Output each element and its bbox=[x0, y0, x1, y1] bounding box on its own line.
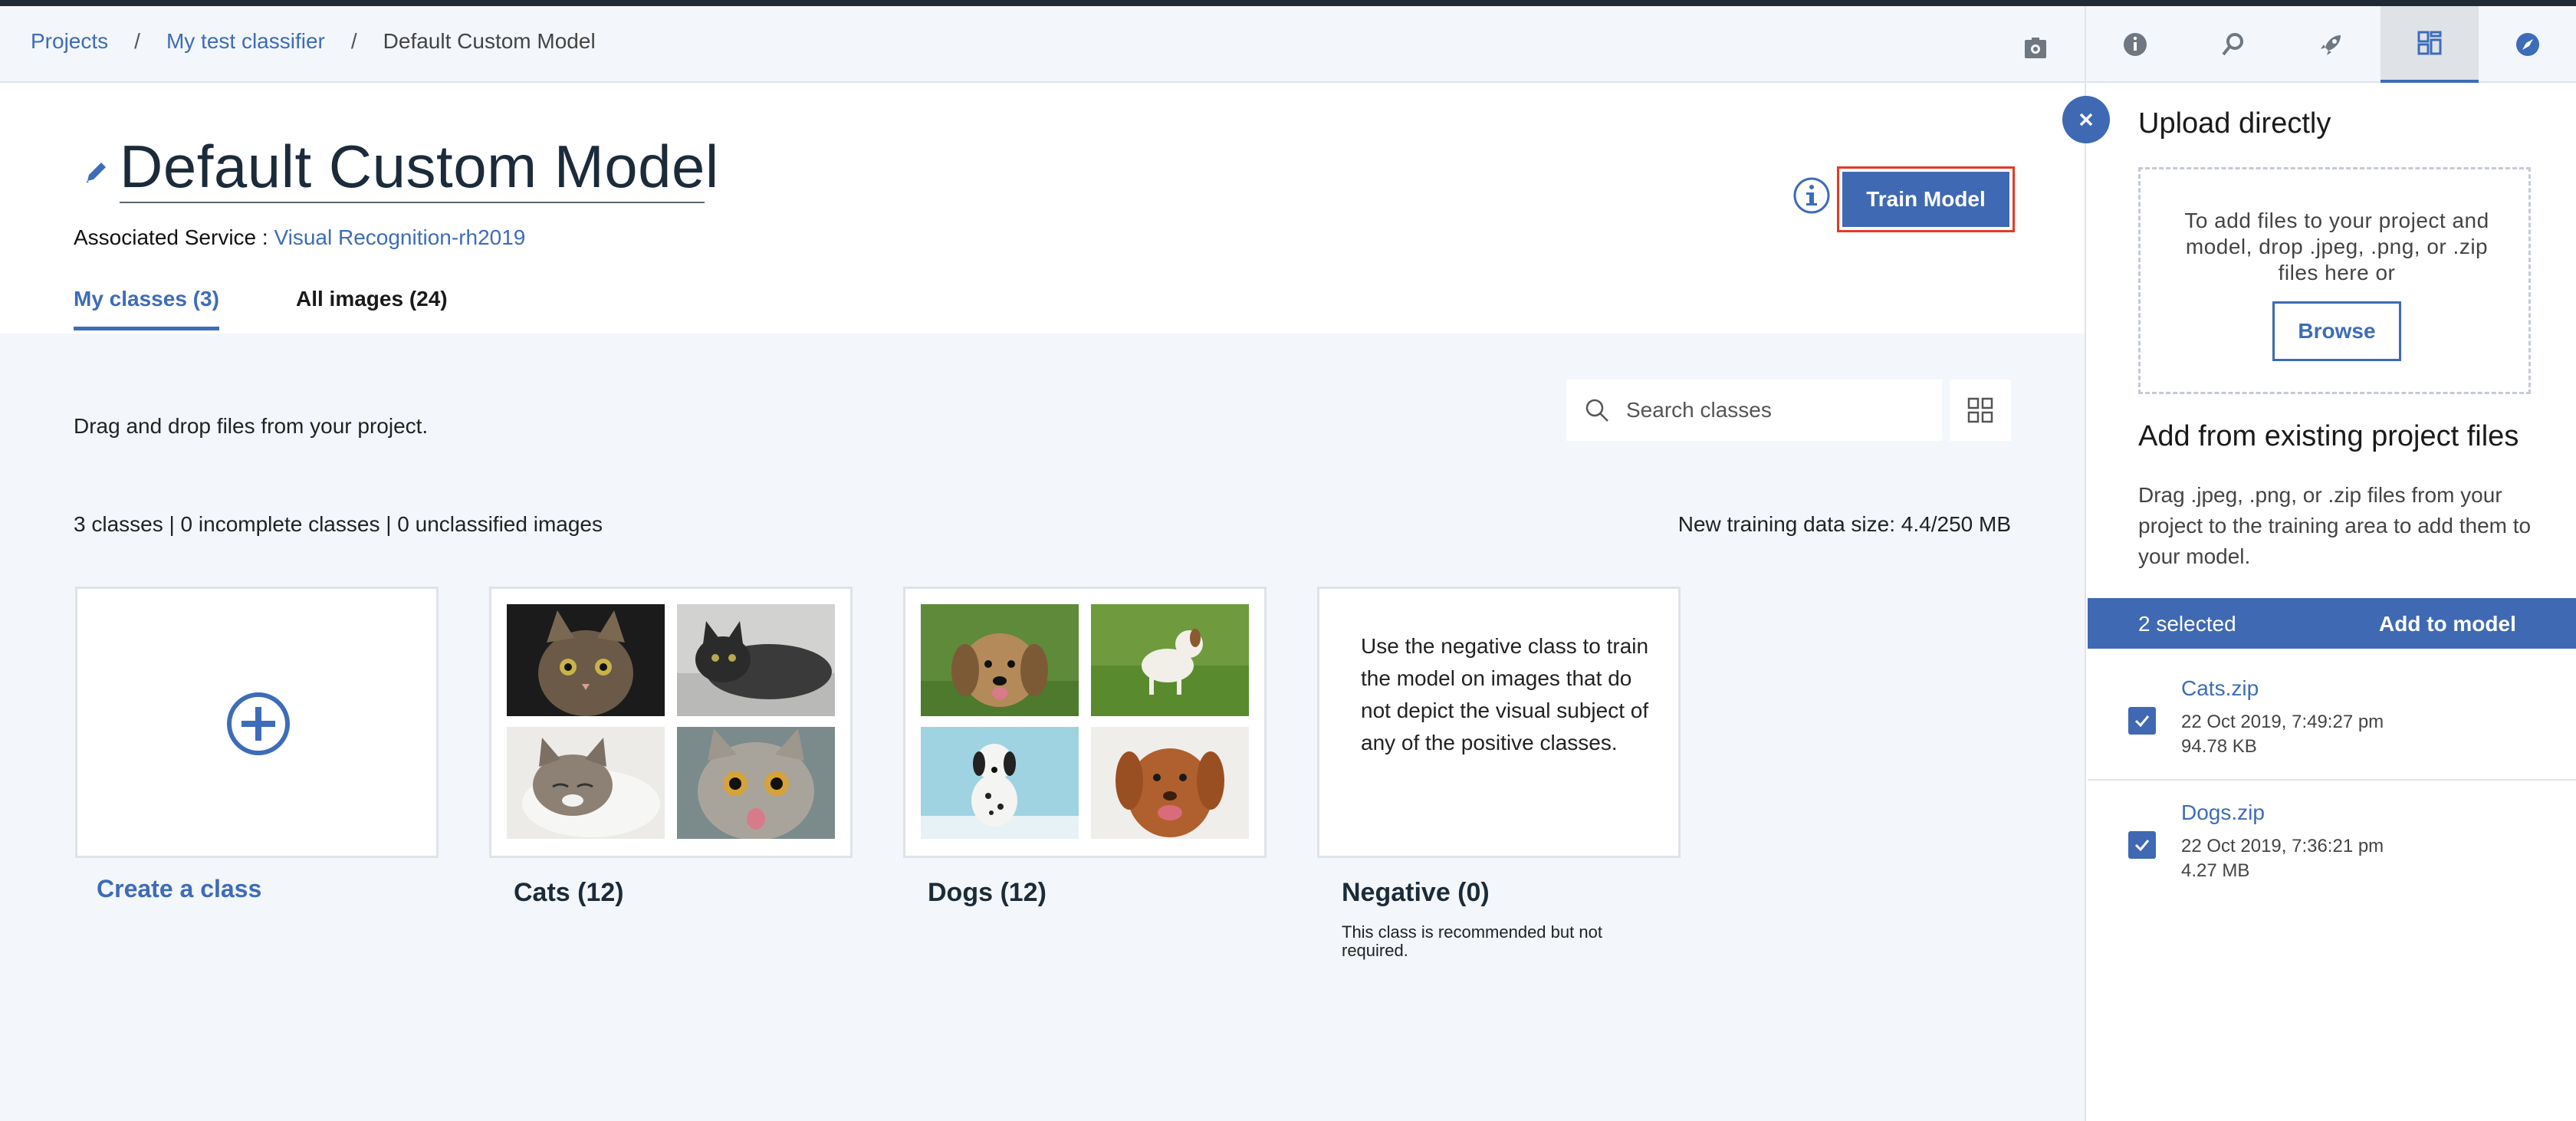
checkmark-icon bbox=[2134, 715, 2150, 728]
title-underline bbox=[120, 202, 705, 203]
drag-instructions: Drag and drop files from your project. bbox=[74, 414, 429, 438]
breadcrumb-separator: / bbox=[134, 29, 140, 53]
train-model-button[interactable]: Train Model bbox=[1837, 166, 2015, 232]
file-size: 4.27 MB bbox=[2181, 860, 2250, 881]
dropzone-text: To add files to your project and model, … bbox=[2184, 209, 2489, 284]
cat-image bbox=[677, 604, 835, 716]
create-class-card[interactable] bbox=[75, 587, 439, 858]
class-label-cats: Cats (12) bbox=[514, 878, 624, 907]
associated-service-link[interactable]: Visual Recognition-rh2019 bbox=[274, 225, 525, 249]
info-icon[interactable] bbox=[1792, 176, 1831, 215]
edit-pencil-icon[interactable] bbox=[83, 158, 110, 186]
panel-tab-search[interactable] bbox=[2184, 6, 2282, 83]
file-item[interactable]: Dogs.zip 22 Oct 2019, 7:36:21 pm 4.27 MB bbox=[2088, 782, 2576, 905]
search-input[interactable] bbox=[1626, 398, 1917, 422]
dog-image bbox=[1091, 727, 1249, 839]
class-stats: 3 classes | 0 incomplete classes | 0 unc… bbox=[74, 512, 603, 536]
grid-view-icon bbox=[1967, 397, 1993, 423]
close-panel-button[interactable] bbox=[2062, 96, 2110, 143]
file-name[interactable]: Dogs.zip bbox=[2181, 800, 2265, 825]
file-date: 22 Oct 2019, 7:49:27 pm bbox=[2181, 712, 2384, 732]
main-area: Projects / My test classifier / Default … bbox=[0, 6, 2085, 1121]
file-checkbox[interactable] bbox=[2128, 707, 2156, 735]
header-bar: Projects / My test classifier / Default … bbox=[0, 6, 2085, 83]
class-card-negative[interactable]: Use the negative class to train the mode… bbox=[1317, 587, 1681, 858]
tab-my-classes[interactable]: My classes (3) bbox=[74, 287, 219, 333]
panel-tab-deploy[interactable] bbox=[2282, 6, 2380, 83]
selected-count: 2 selected bbox=[2138, 612, 2236, 636]
negative-class-description: Use the negative class to train the mode… bbox=[1361, 634, 1649, 754]
associated-service-label: Associated Service : bbox=[74, 225, 274, 249]
file-checkbox[interactable] bbox=[2128, 831, 2156, 859]
search-box[interactable] bbox=[1566, 380, 1942, 441]
model-title[interactable]: Default Custom Model bbox=[120, 132, 719, 202]
search-settings-icon bbox=[2222, 33, 2243, 56]
file-name[interactable]: Cats.zip bbox=[2181, 676, 2259, 701]
cats-thumbnails bbox=[507, 604, 835, 840]
data-grid-icon bbox=[2417, 31, 2442, 55]
panel-tab-data[interactable] bbox=[2380, 6, 2479, 83]
title-area: Default Custom Model Associated Service … bbox=[0, 83, 2085, 334]
add-to-model-button[interactable]: Add to model bbox=[2379, 612, 2516, 636]
cat-image bbox=[677, 727, 835, 839]
panel-tab-explore[interactable] bbox=[2479, 6, 2576, 83]
existing-files-description: Drag .jpeg, .png, or .zip files from you… bbox=[2138, 483, 2532, 568]
training-data-size: New training data size: 4.4/250 MB bbox=[1678, 512, 2011, 537]
browse-button[interactable]: Browse bbox=[2272, 301, 2401, 361]
add-circle-icon bbox=[227, 692, 290, 755]
dog-image bbox=[921, 727, 1079, 839]
create-class-link[interactable]: Create a class bbox=[97, 875, 261, 903]
tab-all-images[interactable]: All images (24) bbox=[296, 287, 448, 311]
upload-dropzone[interactable]: To add files to your project and model, … bbox=[2138, 167, 2531, 394]
breadcrumb-separator: / bbox=[350, 29, 357, 53]
breadcrumb-classifier[interactable]: My test classifier bbox=[166, 29, 325, 54]
class-label-negative: Negative (0) bbox=[1342, 878, 1490, 907]
search-icon bbox=[1585, 399, 1608, 422]
selection-bar: 2 selected Add to model bbox=[2088, 598, 2576, 649]
grid-view-button[interactable] bbox=[1950, 380, 2011, 441]
file-date: 22 Oct 2019, 7:36:21 pm bbox=[2181, 836, 2384, 856]
checkmark-icon bbox=[2134, 840, 2150, 852]
upload-directly-heading: Upload directly bbox=[2138, 107, 2331, 140]
rocket-icon bbox=[2321, 35, 2341, 55]
model-settings-icon[interactable] bbox=[2022, 35, 2049, 61]
breadcrumb-current: Default Custom Model bbox=[383, 29, 596, 53]
dogs-thumbnails bbox=[921, 604, 1249, 840]
file-item[interactable]: Cats.zip 22 Oct 2019, 7:49:27 pm 94.78 K… bbox=[2088, 658, 2576, 781]
file-size: 94.78 KB bbox=[2181, 736, 2257, 757]
class-label-dogs: Dogs (12) bbox=[928, 878, 1046, 907]
panel-tabs bbox=[2086, 6, 2576, 83]
train-model-label: Train Model bbox=[1842, 172, 2009, 227]
classes-content: Drag and drop files from your project. 3… bbox=[0, 334, 2085, 1121]
dog-image bbox=[921, 604, 1079, 716]
compass-icon bbox=[2516, 33, 2539, 56]
class-card-cats[interactable] bbox=[489, 587, 853, 858]
panel-tab-info[interactable] bbox=[2086, 6, 2184, 83]
training-size-value: 4.4/250 MB bbox=[1901, 512, 2011, 536]
existing-files-heading: Add from existing project files bbox=[2138, 420, 2519, 452]
top-strip bbox=[0, 0, 2576, 6]
dog-image bbox=[1091, 604, 1249, 716]
cat-image bbox=[507, 727, 665, 839]
breadcrumb-projects[interactable]: Projects bbox=[31, 29, 108, 54]
training-size-label: New training data size: bbox=[1677, 512, 1901, 536]
class-card-dogs[interactable] bbox=[903, 587, 1267, 858]
negative-class-note: This class is recommended but not requir… bbox=[1342, 922, 1602, 960]
close-icon bbox=[2079, 113, 2093, 127]
breadcrumb: Projects / My test classifier / Default … bbox=[31, 29, 596, 54]
info-icon bbox=[2124, 33, 2147, 56]
associated-service: Associated Service : Visual Recognition-… bbox=[74, 225, 525, 250]
right-panel: Upload directly To add files to your pro… bbox=[2085, 6, 2576, 1121]
cat-image bbox=[507, 604, 665, 716]
